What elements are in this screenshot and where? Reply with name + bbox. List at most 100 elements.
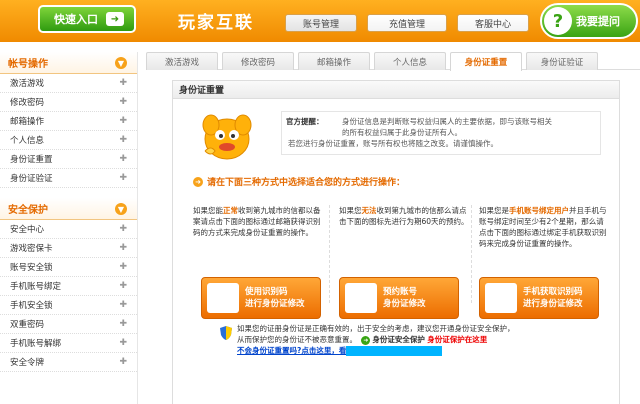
plus-icon: ✚ [119,338,127,348]
panel-title: 身份证重置 [173,81,619,99]
quick-entry-label: 快速入口 [54,13,98,26]
nav-account-management[interactable]: 账号管理 [285,14,357,32]
tab-activate-game[interactable]: 激活游戏 [146,52,218,70]
arrow-right-icon: ➜ [106,12,124,26]
notice-line-1: 身份证信息是判断账号权益归属人的主要依据，即与该账号相关 [342,117,552,126]
plus-icon: ✚ [119,357,127,367]
sidebar-item[interactable]: 手机账号绑定 ✚ [0,277,137,296]
sidebar-item-label: 激活游戏 [10,79,45,89]
divider [329,205,330,303]
plus-icon: ✚ [119,243,127,253]
sidebar-section-security[interactable]: 安全保护 ▼ [0,198,137,220]
sidebar-item[interactable]: 安全中心 ✚ [0,220,137,239]
reserve-modify-button[interactable]: ✉ 预约账号 身份证修改 [339,277,459,319]
id-reset-panel: 身份证重置 官方提醒： 身份证信息是判断账号权益归属人的主要依据，即与该账号相关… [172,80,620,404]
tab-id-verify[interactable]: 身份证验证 [526,52,598,70]
check-icon: ➜ [361,336,371,345]
col3-highlight: 手机账号绑定用户 [509,206,569,215]
btn2-label: 预约账号 身份证修改 [383,287,426,309]
col1-highlight: 正常 [223,206,238,215]
plus-icon: ✚ [119,224,127,234]
sidebar-item-label: 身份证重置 [10,155,53,165]
section-title: 帐号操作 [8,59,48,70]
sidebar-item[interactable]: 身份证验证 ✚ [0,169,137,188]
tab-id-reset[interactable]: 身份证重置 [450,52,522,71]
question-icon: ? [544,7,572,35]
sidebar-item-label: 安全令牌 [10,358,45,368]
sidebar-item-label: 账号安全锁 [10,263,53,273]
info-icon: ➜ [193,176,203,187]
notice-line-2: 的所有权益归属于此身份证所有人。 [342,128,462,137]
sidebar-item[interactable]: 修改密码 ✚ [0,93,137,112]
footer-line-1: 如果您的证册身份证是正确有效的，出于安全的考虑，建议您开通身份证安全保护， [237,324,515,333]
nav-recharge-management[interactable]: 充值管理 [367,14,447,32]
tab-change-password[interactable]: 修改密码 [222,52,294,70]
plus-icon: ✚ [119,154,127,164]
sidebar-item-label: 游戏密保卡 [10,244,53,254]
sidebar-item-label: 修改密码 [10,98,45,108]
sidebar-item-label: 双重密码 [10,320,45,330]
sidebar-item[interactable]: 激活游戏 ✚ [0,74,137,93]
sidebar: 帐号操作 ▼ 激活游戏 ✚ 修改密码 ✚ 邮箱操作 ✚ 个人信息 ✚ 身份证重置 ✚ 身份证… [0,52,138,404]
sidebar-item[interactable]: 邮箱操作 ✚ [0,112,137,131]
footer-line-3: 不会身份证重置吗?点击这里，看 [217,345,607,356]
sidebar-item[interactable]: 个人信息 ✚ [0,131,137,150]
btn3-label: 手机获取识别码 进行身份证修改 [523,287,583,309]
method-prompt: ➜ 请在下面三种方式中选择适合您的方式进行操作： [193,175,405,188]
col2-a: 如果您 [339,206,362,215]
nav-service-center[interactable]: 客服中心 [457,14,529,32]
method-2-description: 如果您无法收到第九城市的信那么请点击下面的图标先进行为期60天的预约。 [339,205,469,227]
sidebar-item-label: 手机账号绑定 [10,282,62,292]
envelope-icon: ✉ [345,283,377,313]
phone-code-modify-button[interactable]: ☎ 手机获取识别码 进行身份证修改 [479,277,599,319]
footer-notice: 如果您的证册身份证是正确有效的，出于安全的考虑，建议您开通身份证安全保护， 从而… [217,323,607,356]
col2-highlight: 无法 [361,206,377,215]
tab-bar: 激活游戏 修改密码 邮箱操作 个人信息 身份证重置 身份证验证 [146,52,640,71]
sidebar-item-label: 手机账号解绑 [10,339,62,349]
chevron-down-icon: ▼ [115,203,127,215]
help-link[interactable]: 不会身份证重置吗?点击这里，看 [237,346,346,355]
method-prompt-text: 请在下面三种方式中选择适合您的方式进行操作： [207,178,406,188]
mascot-icon [202,114,252,160]
id-safe-protect-link[interactable]: 身份证安全保护 [372,335,425,344]
sidebar-item[interactable]: 安全令牌 ✚ [0,353,137,372]
plus-icon: ✚ [119,135,127,145]
sidebar-item-label: 邮箱操作 [10,117,45,127]
plus-icon: ✚ [119,78,127,88]
sidebar-item[interactable]: 账号安全锁 ✚ [0,258,137,277]
sidebar-item[interactable]: 身份证重置 ✚ [0,150,137,169]
mailbox-icon: ✉ [207,283,239,313]
col1-a: 如果您能 [193,206,223,215]
sidebar-item[interactable]: 双重密码 ✚ [0,315,137,334]
sidebar-item-label: 安全中心 [10,225,45,235]
sidebar-item-label: 身份证验证 [10,174,53,184]
tab-email[interactable]: 邮箱操作 [298,52,370,70]
quick-entry-button[interactable]: 快速入口 ➜ [38,5,136,33]
id-protect-here-text: 身份证保护在这里 [427,335,488,344]
ask-question-label: 我要提问 [576,15,620,28]
method-3-description: 如果您是手机账号绑定用户并且手机与账号绑定时间至少有2个星期，那么请点击下面的图… [479,205,609,249]
use-code-modify-button[interactable]: ✉ 使用识别码 进行身份证修改 [201,277,321,319]
brand-title: 玩家互联 [178,13,254,33]
section-title: 安全保护 [8,205,48,216]
highlight-bar [346,346,443,356]
sidebar-section-account[interactable]: 帐号操作 ▼ [0,52,137,74]
chevron-down-icon: ▼ [115,57,127,69]
tab-personal-info[interactable]: 个人信息 [374,52,446,70]
sidebar-item-label: 个人信息 [10,136,45,146]
phone-icon: ☎ [485,283,517,313]
sidebar-item[interactable]: 游戏密保卡 ✚ [0,239,137,258]
sidebar-item-label: 手机安全锁 [10,301,53,311]
notice-line-3: 若您进行身份证重置，账号所有权也将随之改变。请谨慎操作。 [288,139,498,148]
footer-line-2-text: 从而保护您的身份证不被恶意重置。 [237,335,357,344]
plus-icon: ✚ [119,281,127,291]
ask-question-button[interactable]: ? 我要提问 [540,3,638,39]
plus-icon: ✚ [119,300,127,310]
footer-line-2: 从而保护您的身份证不被恶意重置。 ➜ 身份证安全保护 身份证保护在这里 [217,334,607,345]
notice-label: 官方提醒： [286,117,324,126]
plus-icon: ✚ [119,319,127,329]
col3-a: 如果您是 [479,206,509,215]
sidebar-item[interactable]: 手机安全锁 ✚ [0,296,137,315]
plus-icon: ✚ [119,116,127,126]
sidebar-item[interactable]: 手机账号解绑 ✚ [0,334,137,353]
